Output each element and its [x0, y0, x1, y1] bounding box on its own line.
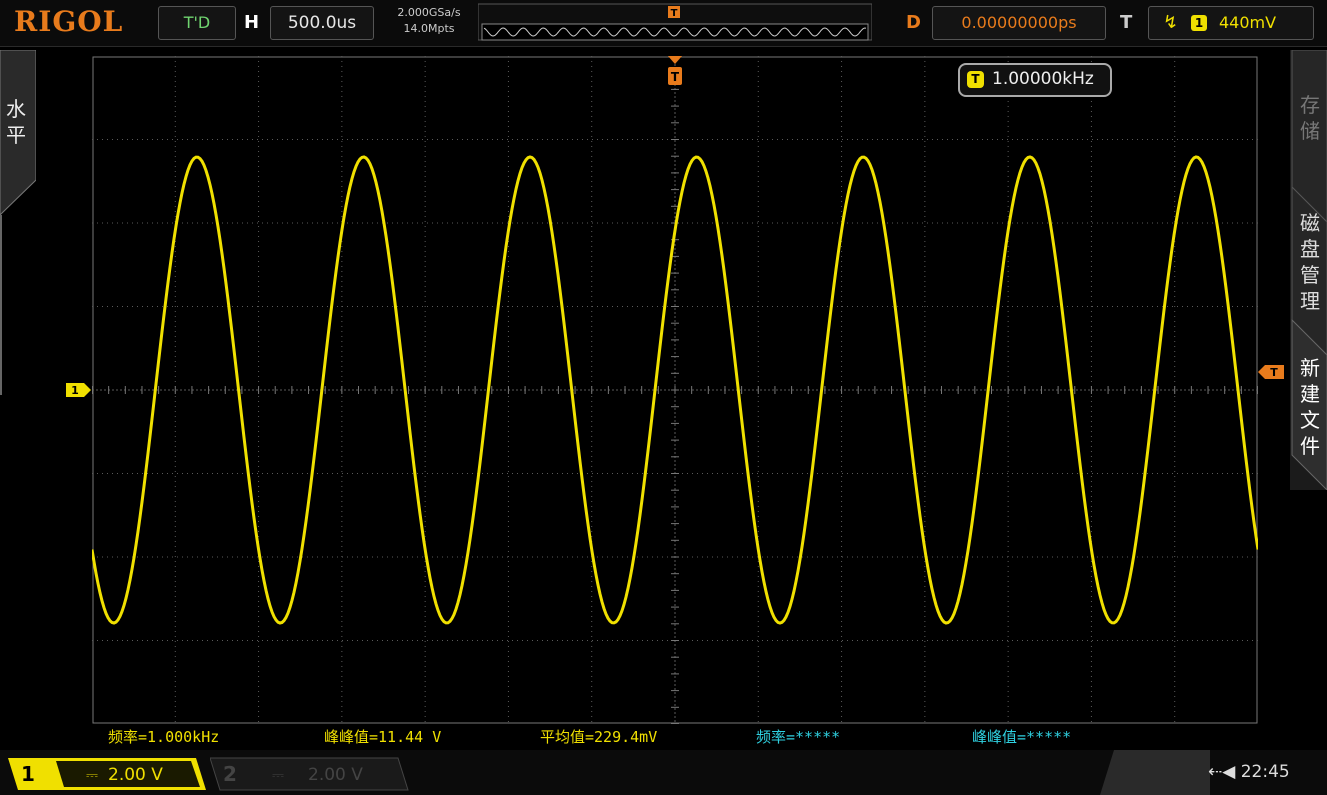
trigger-channel-badge: 1	[1191, 15, 1207, 31]
menu-item-disk-management[interactable]: 磁盘 管理	[1297, 210, 1323, 314]
clock: 22:45	[1240, 762, 1290, 782]
trigger-delay-display[interactable]: 0.00000000ps	[932, 6, 1106, 40]
ch2-scale: 2.00 V	[308, 765, 363, 785]
horizontal-label: H	[244, 12, 260, 33]
frequency-counter-badge[interactable]: T 1.00000kHz	[958, 63, 1112, 97]
status-area-bg	[1100, 750, 1210, 795]
memory-depth: 14.0Mpts	[403, 22, 455, 35]
horizontal-menu-label: 水 平	[6, 97, 26, 147]
trigger-badge-icon: T	[967, 71, 984, 88]
run-state-indicator[interactable]: T'D	[158, 6, 236, 40]
rising-edge-icon: ↯	[1163, 12, 1179, 33]
measurement-ch1-mean[interactable]: 平均值=229.4mV	[540, 726, 657, 747]
brand-logo: RIGOL	[14, 5, 124, 38]
ch2-settings[interactable]: 2 ⎓ 2.00 V	[210, 756, 410, 792]
ch1-scale: 2.00 V	[108, 765, 163, 785]
acquisition-info: 2.000GSa/s 14.0Mpts	[382, 5, 476, 37]
ch2-coupling-icon: ⎓	[272, 766, 284, 784]
measurement-bar: 频率=1.000kHz 峰峰值=11.44 V 平均值=229.4mV 频率=*…	[92, 724, 1258, 748]
ch1-number: 1	[21, 762, 35, 786]
trigger-time-marker[interactable]: T	[668, 56, 682, 85]
measurement-ch2-vpp[interactable]: 峰峰值=*****	[972, 726, 1071, 747]
waveform-display[interactable]: T	[92, 56, 1258, 724]
graticule	[92, 56, 1258, 724]
trigger-level-marker[interactable]: T	[1258, 364, 1284, 380]
menu-item-new-file[interactable]: 新建 文件	[1297, 355, 1323, 459]
svg-text:T: T	[1270, 366, 1278, 379]
measurement-ch1-frequency[interactable]: 频率=1.000kHz	[108, 726, 219, 747]
timebase-display[interactable]: 500.0us	[270, 6, 374, 40]
ch2-number: 2	[223, 762, 237, 786]
ch1-offset-marker[interactable]: 1	[66, 382, 92, 398]
measurement-ch1-vpp[interactable]: 峰峰值=11.44 V	[324, 726, 441, 747]
delay-label: D	[906, 12, 921, 33]
usb-icon: ⇠	[1208, 762, 1223, 782]
frequency-counter-value: 1.00000kHz	[992, 69, 1094, 89]
ch1-coupling-icon: ⎓	[86, 766, 98, 784]
svg-text:1: 1	[71, 384, 79, 397]
system-status: ⇠◀ 22:45	[1208, 762, 1290, 782]
speaker-icon[interactable]: ◀	[1222, 762, 1235, 782]
ch1-settings[interactable]: 1 ⎓ 2.00 V	[8, 756, 208, 792]
trigger-level: 440mV	[1219, 13, 1277, 32]
left-edge-line	[0, 215, 2, 395]
trigger-settings[interactable]: ↯ 1 440mV	[1148, 6, 1314, 40]
menu-item-storage[interactable]: 存储	[1297, 92, 1323, 144]
trigger-position-label: T	[671, 8, 678, 19]
trigger-label: T	[1120, 12, 1133, 33]
svg-text:T: T	[671, 70, 680, 84]
measurement-ch2-frequency[interactable]: 频率=*****	[756, 726, 840, 747]
memory-overview-bar[interactable]: T	[478, 2, 872, 42]
sample-rate: 2.000GSa/s	[397, 6, 461, 19]
